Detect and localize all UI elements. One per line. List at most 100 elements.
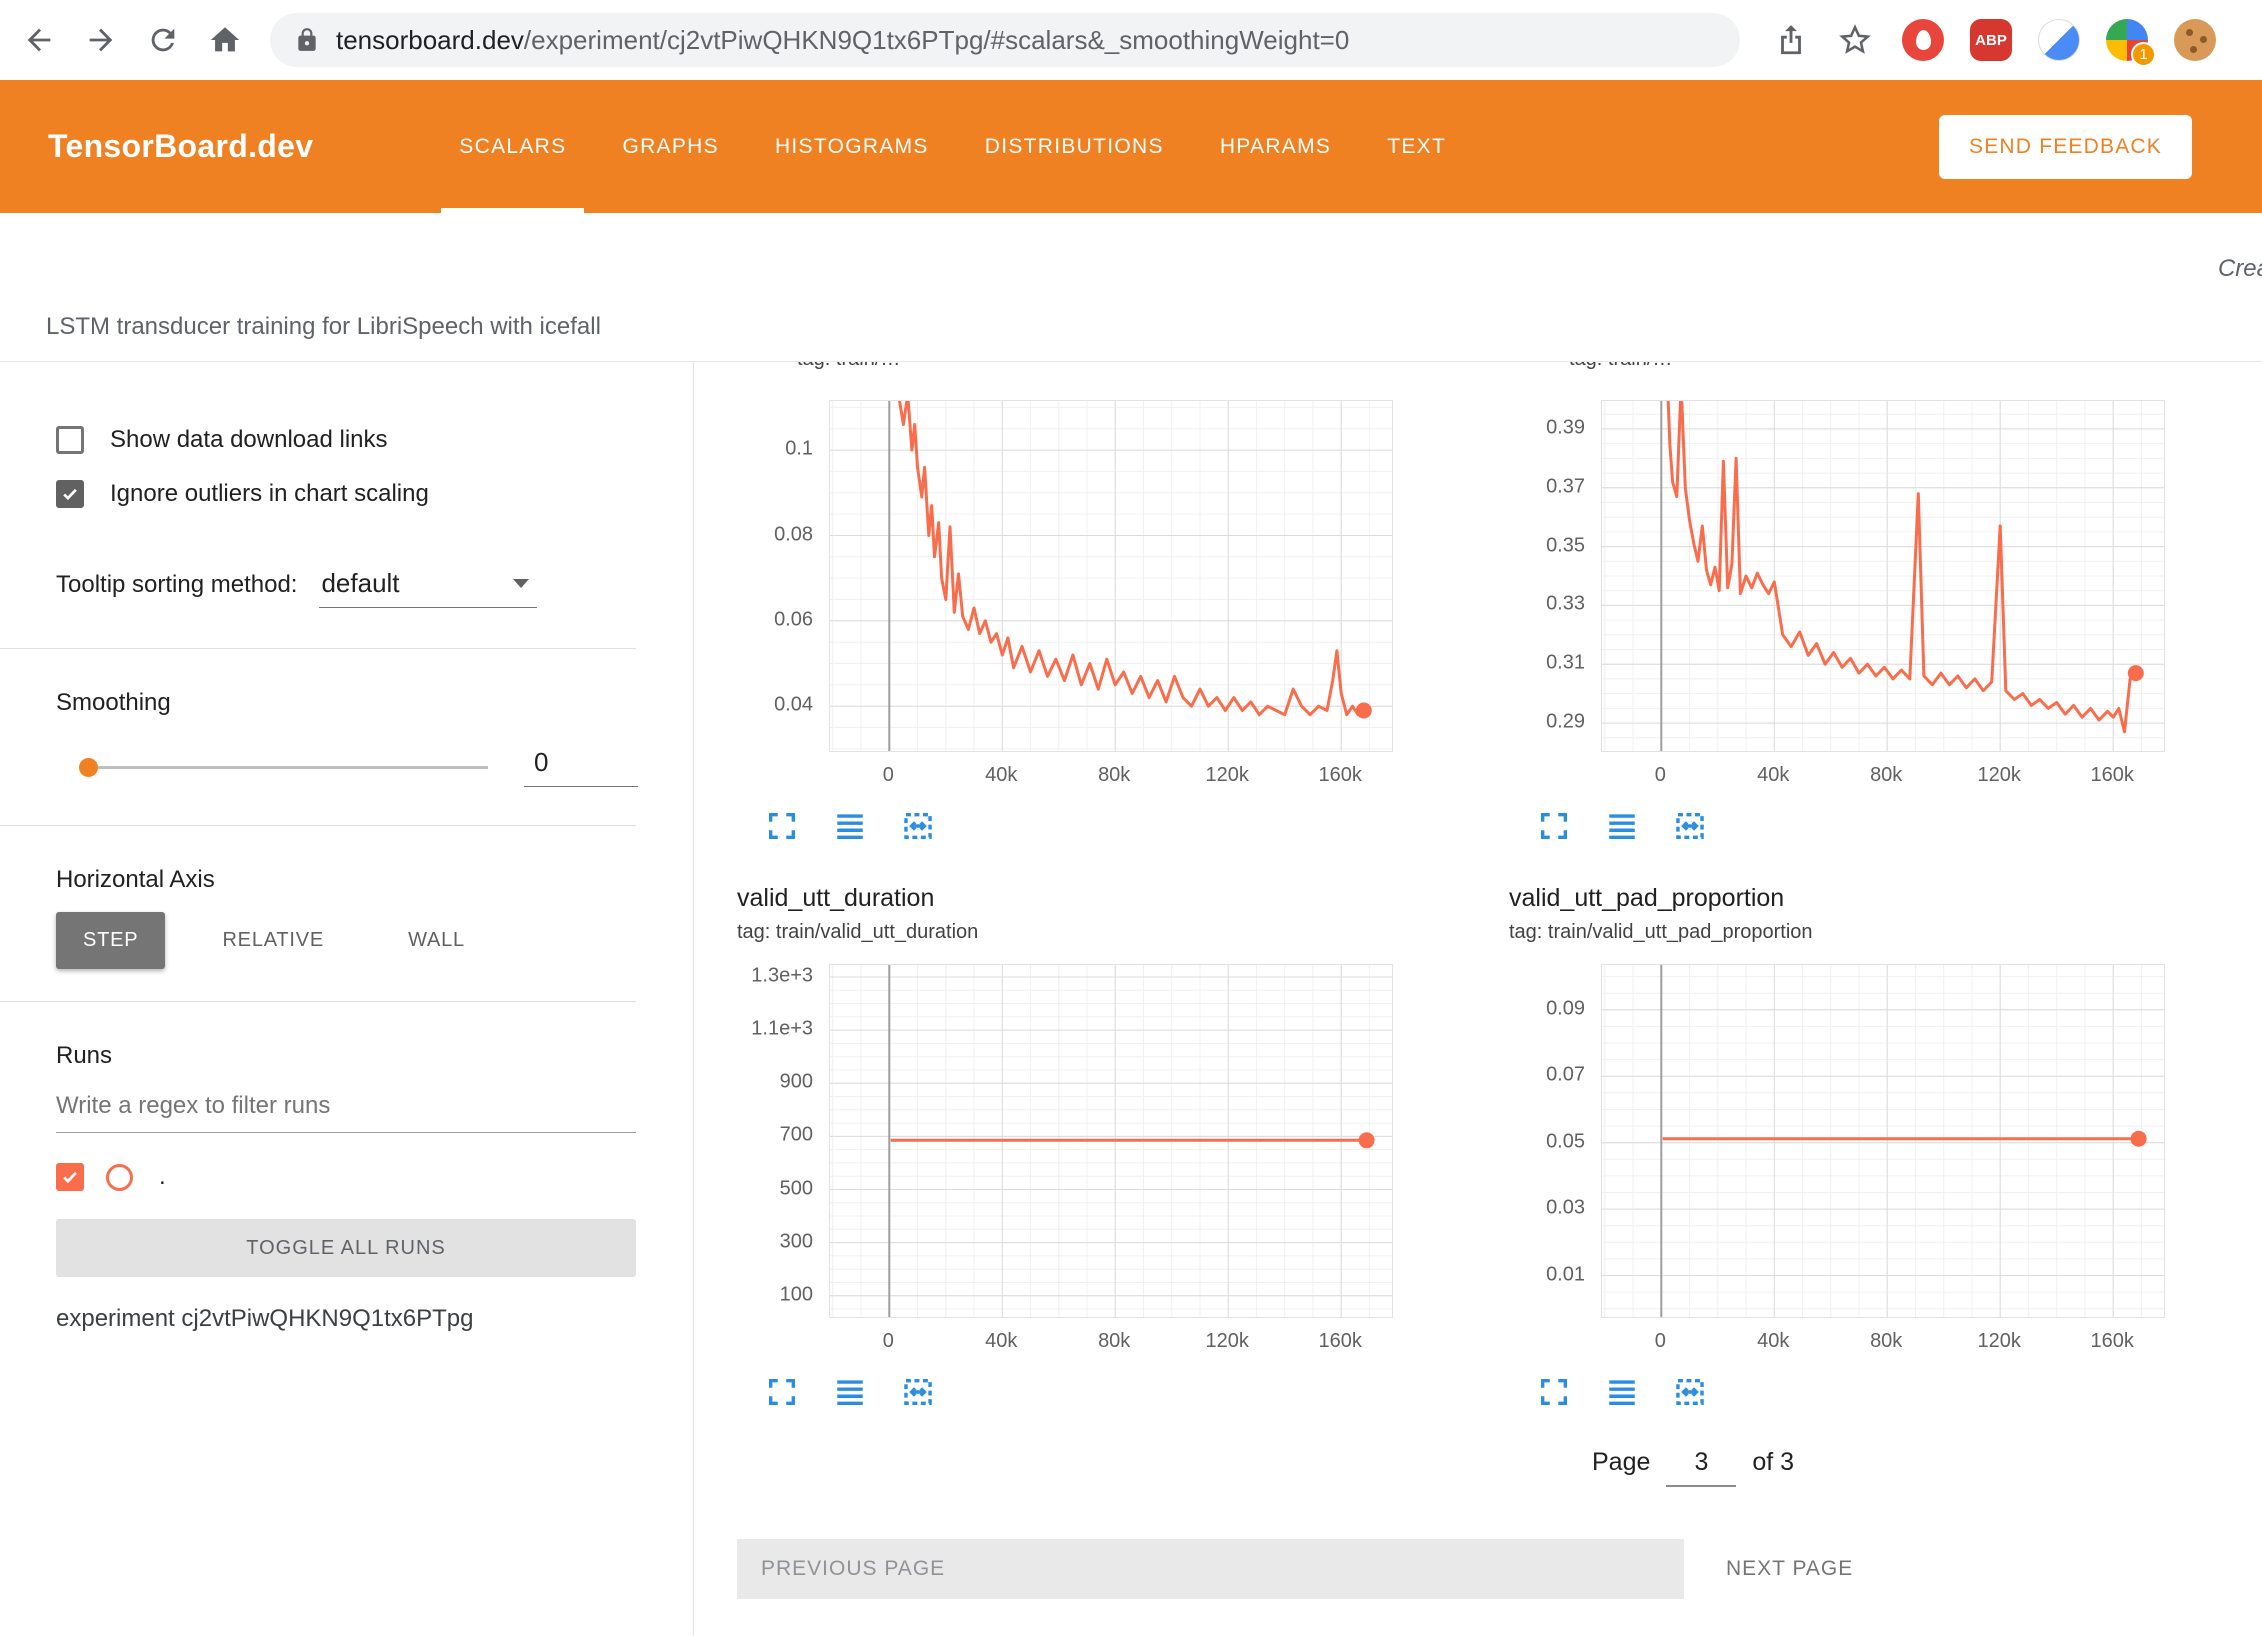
line-chart-plot[interactable]: [1601, 964, 2165, 1318]
smoothing-slider-row: 0: [56, 747, 693, 787]
chart-card: tag: train/… 0.040.060.080.1 040k80k120k…: [737, 362, 1393, 844]
line-chart-plot[interactable]: [829, 964, 1393, 1318]
reload-icon: [146, 23, 180, 57]
extension-icon[interactable]: [2038, 19, 2080, 61]
runs-label: Runs: [56, 1042, 693, 1070]
slider-thumb[interactable]: [79, 758, 98, 777]
cookie-extension-icon[interactable]: [2174, 19, 2216, 61]
main-nav: SCALARS GRAPHS HISTOGRAMS DISTRIBUTIONS …: [431, 80, 1474, 213]
next-page-button[interactable]: NEXT PAGE: [1720, 1556, 1859, 1582]
tab-histograms[interactable]: HISTOGRAMS: [757, 80, 947, 213]
line-chart-plot[interactable]: [1601, 400, 2165, 752]
toggle-y-axis-button[interactable]: [833, 1374, 869, 1410]
y-axis-labels: 0.010.030.050.070.09: [1509, 964, 1601, 1316]
toggle-y-axis-button[interactable]: [833, 808, 869, 844]
show-download-links-checkbox[interactable]: [56, 426, 84, 454]
fit-domain-button[interactable]: [1673, 808, 1709, 844]
home-button[interactable]: [208, 21, 246, 59]
tab-scalars[interactable]: SCALARS: [441, 80, 584, 213]
url-domain: tensorboard.dev: [336, 25, 524, 55]
chart-title: valid_utt_duration: [737, 884, 1393, 913]
app-header: TensorBoard.dev SCALARS GRAPHS HISTOGRAM…: [0, 80, 2262, 213]
adblocker-extension-icon[interactable]: [1902, 19, 1944, 61]
send-feedback-button[interactable]: SEND FEEDBACK: [1939, 115, 2192, 179]
lines-icon: [1605, 809, 1639, 843]
toggle-y-axis-button[interactable]: [1605, 1374, 1641, 1410]
charts-panel: tag: train/… 0.040.060.080.1 040k80k120k…: [695, 362, 2262, 1636]
show-download-links-row[interactable]: Show data download links: [56, 426, 693, 454]
fit-domain-icon: [1673, 809, 1707, 843]
fit-domain-button[interactable]: [901, 808, 937, 844]
tooltip-sorting-row: Tooltip sorting method: default: [56, 568, 693, 608]
expand-chart-button[interactable]: [1537, 808, 1573, 844]
forward-arrow-icon: [84, 23, 118, 57]
expand-chart-button[interactable]: [1537, 1374, 1573, 1410]
x-axis-labels: 040k80k120k160k: [829, 752, 1393, 786]
axis-step-button[interactable]: STEP: [56, 912, 165, 969]
profile-avatar[interactable]: 1: [2106, 19, 2148, 61]
share-button[interactable]: [1774, 21, 1812, 59]
axis-relative-button[interactable]: RELATIVE: [195, 912, 351, 969]
lock-icon: [294, 27, 320, 53]
charts-row-2: valid_utt_duration tag: train/valid_utt_…: [737, 884, 2262, 1410]
forward-button[interactable]: [84, 21, 122, 59]
abp-extension-icon[interactable]: ABP: [1970, 19, 2012, 61]
reload-button[interactable]: [146, 21, 184, 59]
fit-domain-button[interactable]: [1673, 1374, 1709, 1410]
home-icon: [208, 23, 242, 57]
page-label: Page: [1592, 1448, 1650, 1477]
chart-card-valid-utt-duration: valid_utt_duration tag: train/valid_utt_…: [737, 884, 1393, 1410]
expand-chart-button[interactable]: [765, 1374, 801, 1410]
expand-chart-button[interactable]: [765, 808, 801, 844]
toggle-y-axis-button[interactable]: [1605, 808, 1641, 844]
subheader: Crea LSTM transducer training for LibriS…: [0, 213, 2262, 362]
x-axis-labels: 040k80k120k160k: [829, 1318, 1393, 1352]
expand-icon: [765, 809, 799, 843]
back-button[interactable]: [22, 21, 60, 59]
tooltip-sorting-label: Tooltip sorting method:: [56, 571, 297, 599]
bookmark-button[interactable]: [1838, 21, 1876, 59]
brand-logo[interactable]: TensorBoard.dev: [48, 128, 313, 165]
y-axis-labels: 0.040.060.080.1: [737, 400, 829, 750]
tab-text[interactable]: TEXT: [1369, 80, 1464, 213]
chart-tag-clipped: tag: train/…: [737, 362, 1393, 376]
divider: [0, 1001, 636, 1002]
line-chart-plot[interactable]: [829, 400, 1393, 752]
smoothing-slider[interactable]: [88, 766, 488, 769]
settings-sidebar: Show data download links Ignore outliers…: [0, 362, 694, 1636]
previous-page-button[interactable]: PREVIOUS PAGE: [737, 1539, 1684, 1599]
check-icon: [60, 1167, 80, 1187]
fit-domain-icon: [901, 809, 935, 843]
chart-card: tag: train/… 0.290.310.330.350.370.39 04…: [1509, 362, 2165, 844]
tab-hparams[interactable]: HPARAMS: [1202, 80, 1349, 213]
fit-domain-icon: [901, 1375, 935, 1409]
runs-filter-input[interactable]: [56, 1092, 636, 1133]
run-row[interactable]: .: [56, 1163, 693, 1191]
axis-wall-button[interactable]: WALL: [381, 912, 492, 969]
pagination: Page 3 of 3: [1592, 1448, 2262, 1487]
chart-tag-clipped: tag: train/…: [1509, 362, 2165, 376]
fit-domain-icon: [1673, 1375, 1707, 1409]
page-total-label: of 3: [1752, 1448, 1794, 1477]
address-bar[interactable]: tensorboard.dev/experiment/cj2vtPiwQHKN9…: [270, 13, 1740, 67]
url-path: /experiment/cj2vtPiwQHKN9Q1tx6PTpg/#scal…: [524, 25, 1349, 55]
page-number-input[interactable]: 3: [1666, 1448, 1736, 1487]
chart-actions: [765, 808, 1393, 844]
tab-graphs[interactable]: GRAPHS: [604, 80, 737, 213]
toggle-all-runs-button[interactable]: TOGGLE ALL RUNS: [56, 1219, 636, 1277]
lines-icon: [833, 1375, 867, 1409]
smoothing-value-input[interactable]: 0: [524, 747, 638, 787]
run-color-indicator: [106, 1164, 133, 1191]
ignore-outliers-label: Ignore outliers in chart scaling: [110, 480, 429, 508]
ignore-outliers-row[interactable]: Ignore outliers in chart scaling: [56, 480, 693, 508]
ignore-outliers-checkbox[interactable]: [56, 480, 84, 508]
charts-row-1: tag: train/… 0.040.060.080.1 040k80k120k…: [737, 362, 2262, 844]
tooltip-sorting-select[interactable]: default: [319, 568, 537, 608]
fit-domain-button[interactable]: [901, 1374, 937, 1410]
lines-icon: [833, 809, 867, 843]
run-checkbox[interactable]: [56, 1163, 84, 1191]
y-axis-labels: 1003005007009001.1e+31.3e+3: [737, 964, 829, 1316]
check-icon: [60, 484, 80, 504]
browser-actions: ABP 1: [1774, 19, 2216, 61]
tab-distributions[interactable]: DISTRIBUTIONS: [967, 80, 1182, 213]
